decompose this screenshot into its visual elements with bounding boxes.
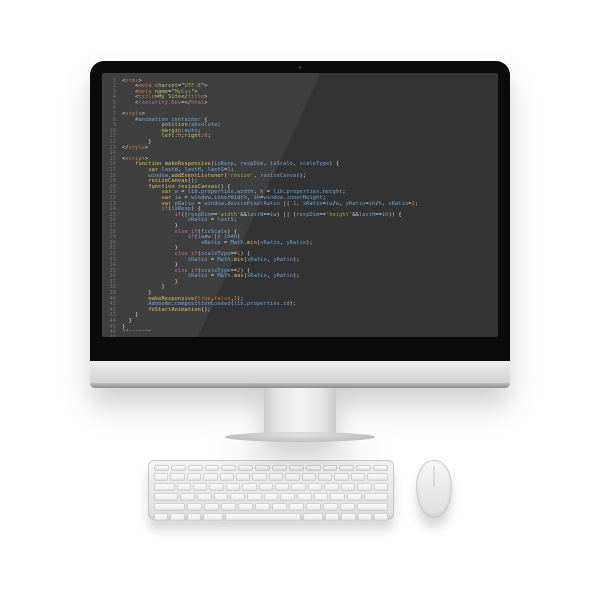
keyboard-row	[154, 493, 388, 501]
line-number-gutter: 1 2 3 4 5 6 7 8 9 10 11 12 13 14 15 16 1…	[102, 79, 120, 331]
keyboard-row	[154, 473, 388, 481]
desktop-monitor: 1 2 3 4 5 6 7 8 9 10 11 12 13 14 15 16 1…	[90, 61, 510, 442]
keyboard-row	[154, 503, 388, 511]
keyboard-row	[154, 483, 388, 491]
code-editor: 1 2 3 4 5 6 7 8 9 10 11 12 13 14 15 16 1…	[102, 73, 498, 337]
screen: 1 2 3 4 5 6 7 8 9 10 11 12 13 14 15 16 1…	[102, 73, 498, 337]
monitor-chin	[90, 361, 510, 383]
webcam-icon	[299, 66, 302, 69]
code-lines: <html> <meta charset="UTF-8"> <meta name…	[120, 79, 498, 331]
desk-peripherals	[148, 460, 452, 520]
monitor-chin-edge	[90, 383, 510, 388]
monitor-stand-base	[225, 432, 375, 442]
monitor-bezel: 1 2 3 4 5 6 7 8 9 10 11 12 13 14 15 16 1…	[90, 61, 510, 361]
keyboard-row	[154, 465, 388, 471]
monitor-stand-neck	[264, 388, 336, 436]
keyboard-row	[154, 513, 388, 521]
mouse	[416, 460, 452, 518]
keyboard	[148, 460, 394, 520]
